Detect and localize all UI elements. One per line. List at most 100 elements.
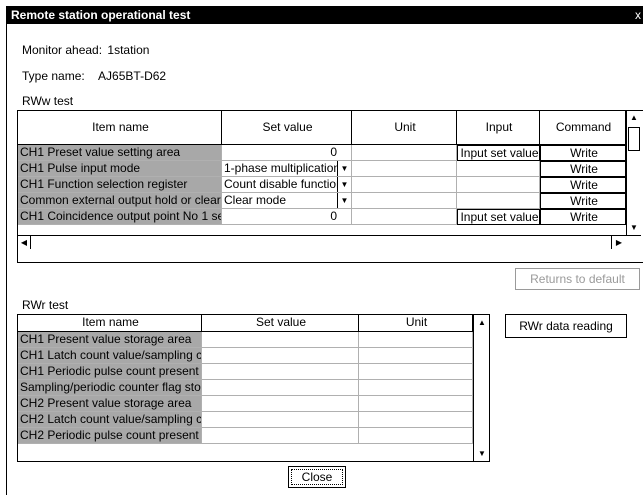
rww-col-input: Input (457, 111, 540, 145)
window-title: Remote station operational test (11, 8, 191, 22)
rwr-row: CH2 Present value storage area (18, 396, 489, 412)
rww-col-item-name: Item name (18, 111, 222, 145)
pulse-input-mode-select[interactable]: 1-phase multiplication ▼ (222, 161, 352, 177)
scroll-left-icon[interactable]: ◀ (18, 236, 31, 249)
rwr-row: CH1 Latch count value/sampling count (18, 348, 489, 364)
rww-input (457, 193, 540, 209)
close-icon[interactable]: x (635, 7, 641, 24)
rww-unit (352, 177, 457, 193)
rwr-set-value (202, 412, 359, 428)
rwr-set-value (202, 364, 359, 380)
chevron-down-icon[interactable]: ▼ (337, 177, 351, 192)
rwr-unit (359, 412, 473, 428)
rwr-item-name: CH1 Periodic pulse count present value (18, 364, 202, 380)
rwr-unit (359, 364, 473, 380)
output-hold-clear-value: Clear mode (224, 193, 287, 207)
rwr-data-reading-button[interactable]: RWr data reading (505, 314, 627, 338)
rww-vertical-scroll-thumb[interactable] (628, 127, 640, 151)
rww-row: CH1 Function selection register Count di… (18, 177, 643, 193)
rww-item-name: CH1 Function selection register (18, 177, 222, 193)
rwr-vertical-scrollbar[interactable]: ▲ ▼ (473, 315, 488, 461)
rww-section-label: RWw test (22, 94, 74, 108)
rwr-unit (359, 332, 473, 348)
rww-item-name: CH1 Pulse input mode (18, 161, 222, 177)
type-name: Type name: AJ65BT-D62 (22, 69, 166, 83)
monitor-ahead-value: 1station (107, 43, 150, 57)
rww-unit (352, 145, 457, 161)
rww-unit (352, 161, 457, 177)
rwr-table: Item name Set value Unit CH1 Present val… (17, 314, 490, 462)
rwr-item-name: CH2 Periodic pulse count present value (18, 428, 202, 444)
rwr-set-value (202, 332, 359, 348)
write-button[interactable]: Write (540, 161, 626, 177)
pulse-input-mode-value: 1-phase multiplication (224, 161, 341, 175)
scroll-down-icon[interactable]: ▼ (627, 221, 641, 234)
rww-row: CH1 Pulse input mode 1-phase multiplicat… (18, 161, 643, 177)
rww-vertical-scrollbar[interactable]: ▲ ▼ (626, 111, 641, 235)
rwr-unit (359, 380, 473, 396)
rwr-item-name: Sampling/periodic counter flag storage (18, 380, 202, 396)
returns-to-default-button[interactable]: Returns to default (515, 268, 640, 290)
rww-table: Item name Set value Unit Input Command C… (17, 110, 643, 263)
rww-row: CH1 Preset value setting area 0 Input se… (18, 145, 643, 161)
rww-input (457, 161, 540, 177)
write-button[interactable]: Write (540, 209, 626, 225)
scroll-down-icon[interactable]: ▼ (474, 447, 489, 460)
scroll-up-icon[interactable]: ▲ (474, 316, 489, 329)
rww-item-name: CH1 Coincidence output point No 1 settin… (18, 209, 222, 225)
rwr-unit (359, 428, 473, 444)
rwr-section-label: RWr test (22, 298, 69, 312)
function-selection-value: Count disable function (224, 177, 343, 191)
type-name-label: Type name: (22, 69, 85, 83)
title-bar: Remote station operational test x (7, 7, 643, 24)
rww-row: CH1 Coincidence output point No 1 settin… (18, 209, 643, 225)
rwr-set-value (202, 348, 359, 364)
monitor-ahead-label: Monitor ahead: (22, 43, 103, 57)
close-button-label: Close (291, 469, 343, 485)
rww-horizontal-scrollbar[interactable]: ◀ ▶ (18, 235, 641, 249)
rww-unit (352, 193, 457, 209)
rwr-col-unit: Unit (359, 315, 473, 332)
rwr-unit (359, 396, 473, 412)
rwr-header-row: Item name Set value Unit (18, 315, 489, 332)
rwr-set-value (202, 380, 359, 396)
rww-header-row: Item name Set value Unit Input Command (18, 111, 643, 145)
rwr-row: CH2 Latch count value/sampling count (18, 412, 489, 428)
rwr-item-name: CH2 Latch count value/sampling count (18, 412, 202, 428)
rww-col-unit: Unit (352, 111, 457, 145)
dialog-window: Remote station operational test x Monito… (6, 6, 643, 495)
rwr-col-item-name: Item name (18, 315, 202, 332)
chevron-down-icon[interactable]: ▼ (337, 161, 351, 176)
scroll-right-icon[interactable]: ▶ (611, 236, 626, 249)
rww-row: Common external output hold or clear set… (18, 193, 643, 209)
rwr-row: CH1 Periodic pulse count present value (18, 364, 489, 380)
write-button[interactable]: Write (540, 177, 626, 193)
rwr-unit (359, 348, 473, 364)
rwr-row: CH2 Periodic pulse count present value (18, 428, 489, 444)
input-set-value-button[interactable]: Input set value (457, 145, 540, 161)
rww-item-name: Common external output hold or clear set (18, 193, 222, 209)
monitor-ahead: Monitor ahead: 1station (22, 43, 149, 57)
scroll-up-icon[interactable]: ▲ (627, 111, 641, 124)
function-selection-select[interactable]: Count disable function ▼ (222, 177, 352, 193)
rwr-col-set-value: Set value (202, 315, 359, 332)
rww-set-value[interactable]: 0 (222, 145, 352, 161)
rww-set-value[interactable]: 0 (222, 209, 352, 225)
rwr-row: CH1 Present value storage area (18, 332, 489, 348)
output-hold-clear-select[interactable]: Clear mode ▼ (222, 193, 352, 209)
input-set-value-button[interactable]: Input set value (457, 209, 540, 225)
rww-unit (352, 209, 457, 225)
write-button[interactable]: Write (540, 145, 626, 161)
type-name-value: AJ65BT-D62 (98, 69, 167, 83)
rww-col-set-value: Set value (222, 111, 352, 145)
chevron-down-icon[interactable]: ▼ (337, 193, 351, 208)
rwr-row: Sampling/periodic counter flag storage (18, 380, 489, 396)
close-button[interactable]: Close (288, 466, 346, 488)
rww-col-command: Command (540, 111, 626, 145)
rwr-item-name: CH2 Present value storage area (18, 396, 202, 412)
write-button[interactable]: Write (540, 193, 626, 209)
rwr-set-value (202, 428, 359, 444)
rwr-item-name: CH1 Present value storage area (18, 332, 202, 348)
rww-input (457, 177, 540, 193)
rwr-item-name: CH1 Latch count value/sampling count (18, 348, 202, 364)
